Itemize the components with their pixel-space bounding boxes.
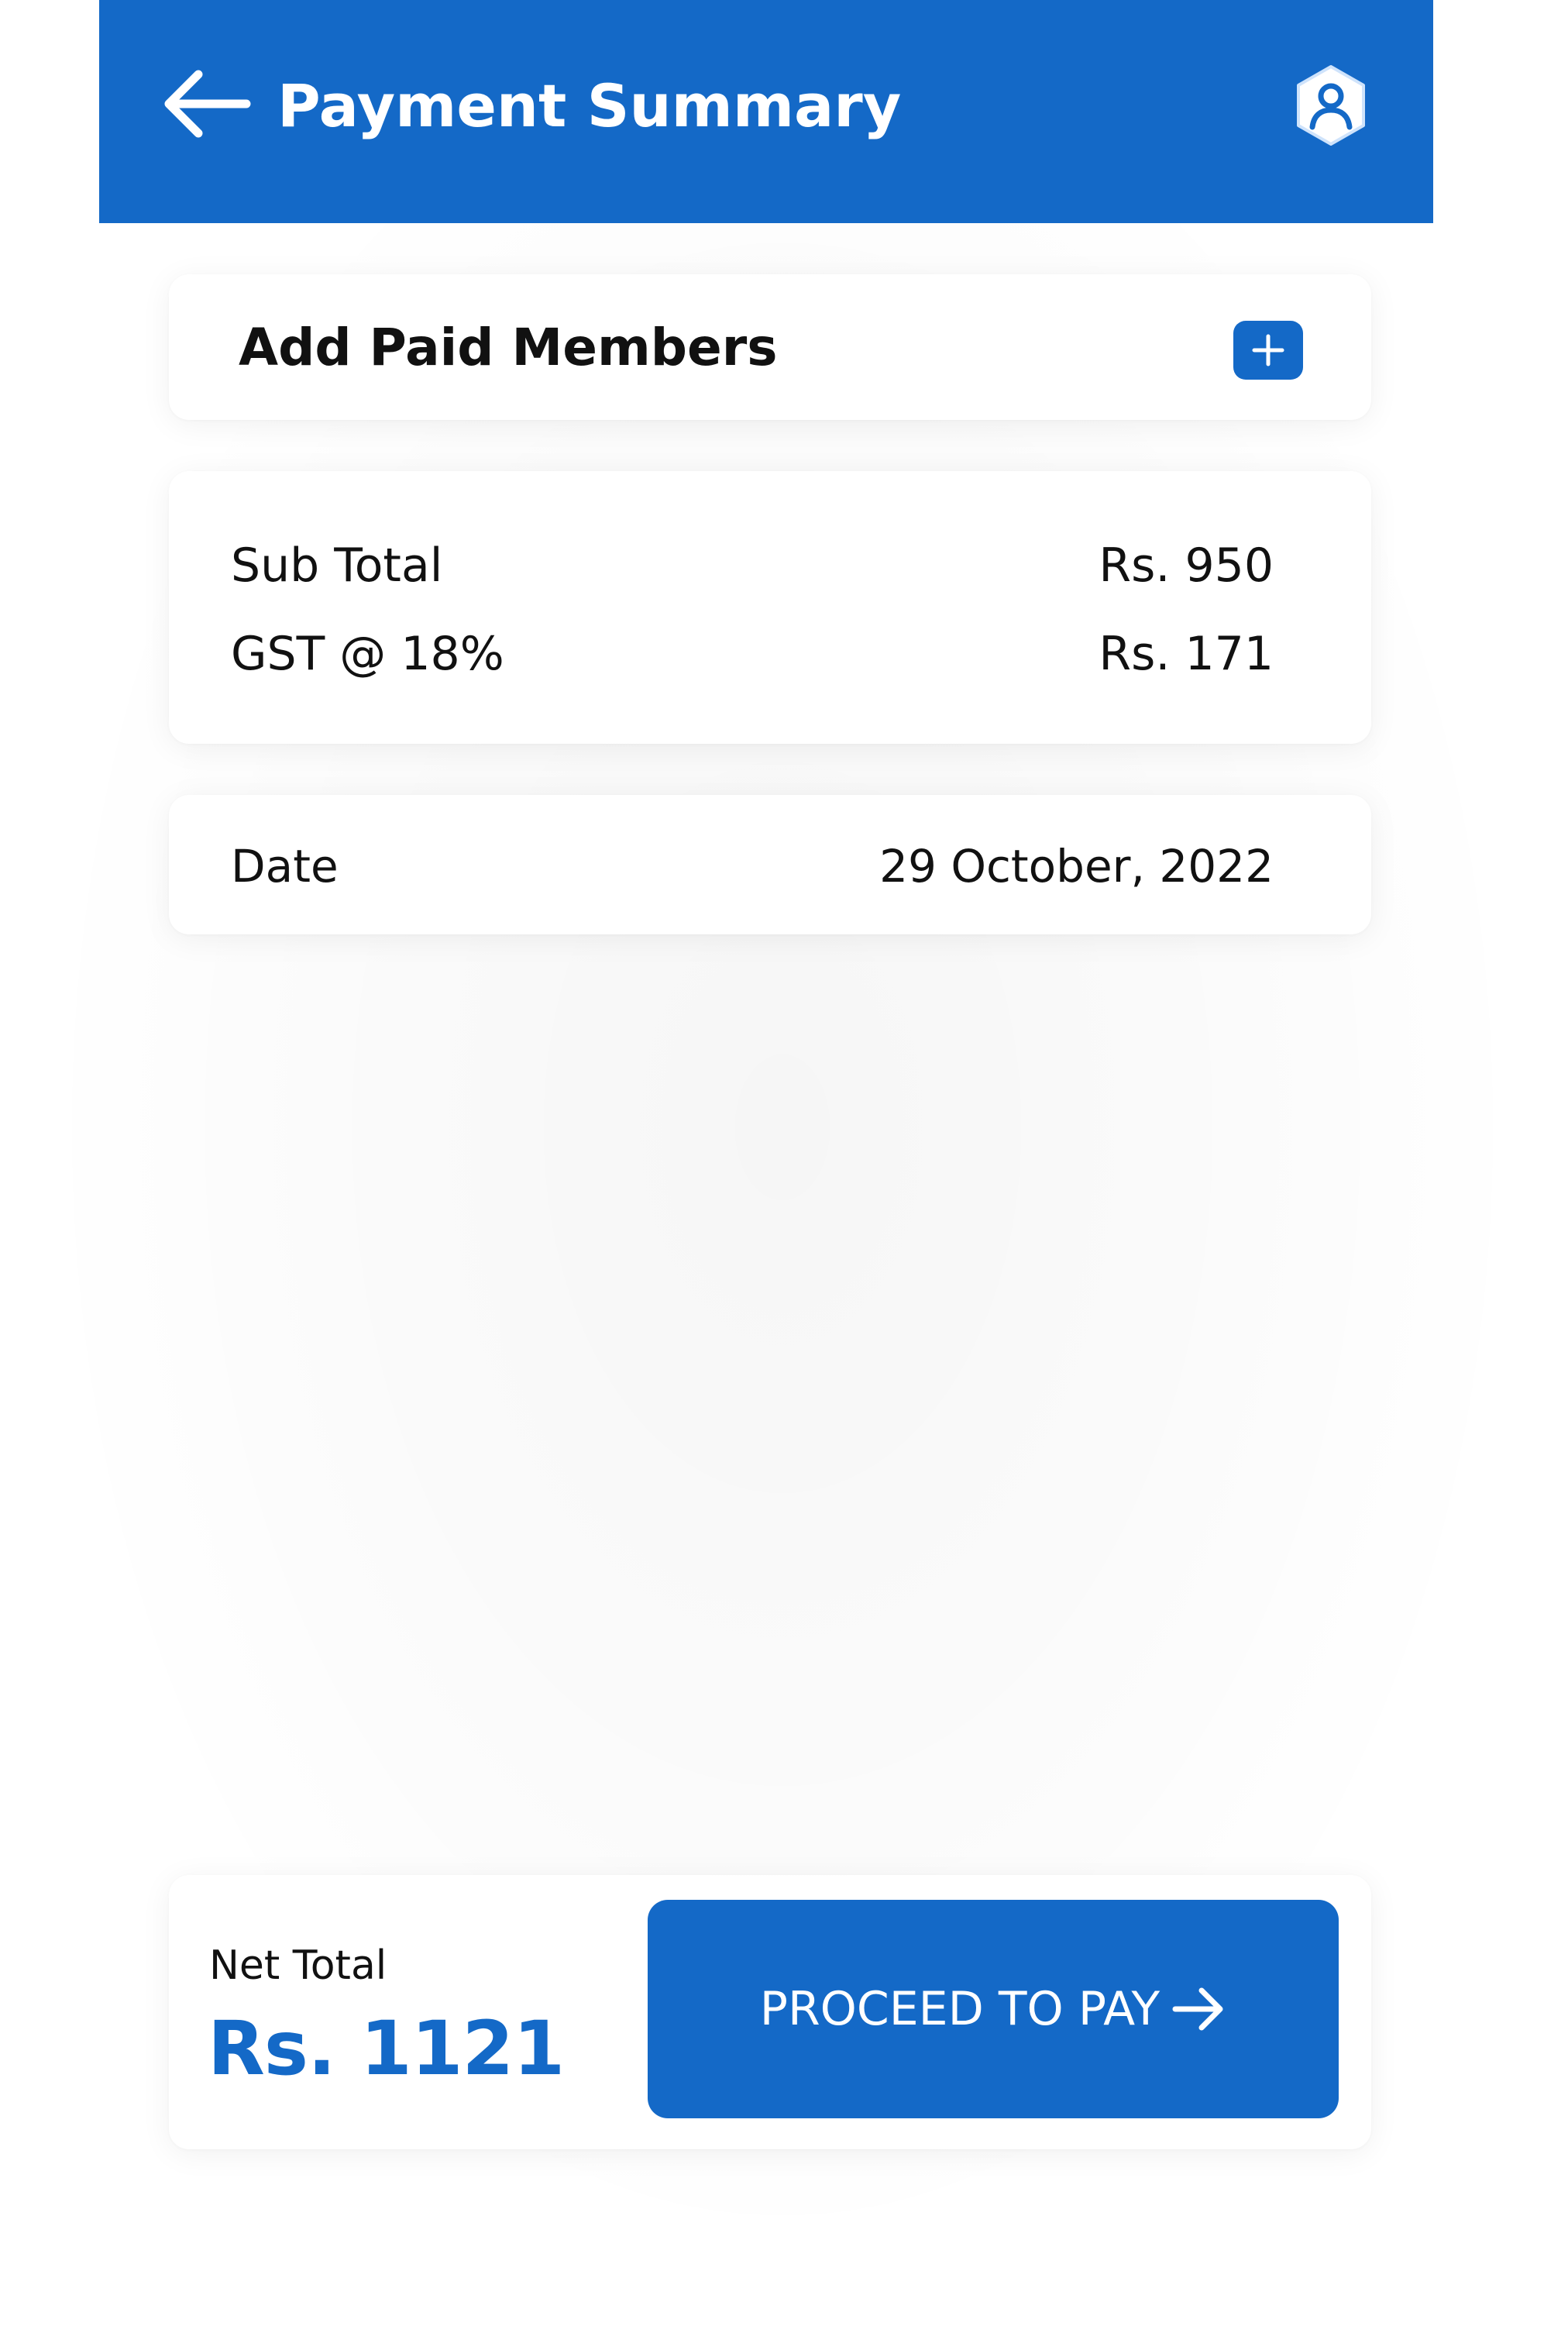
subtotal-label: Sub Total — [231, 538, 443, 593]
profile-button[interactable] — [1292, 64, 1370, 147]
proceed-to-pay-label: PROCEED TO PAY — [759, 1982, 1161, 2036]
arrow-right-icon — [1171, 1984, 1226, 2034]
date-card: Date 29 October, 2022 — [169, 795, 1371, 934]
page-title: Payment Summary — [277, 71, 902, 140]
add-member-button[interactable] — [1233, 321, 1303, 380]
arrow-left-icon — [164, 70, 251, 138]
totals-card: Sub Total Rs. 950 GST @ 18% Rs. 171 — [169, 471, 1371, 744]
subtotal-value: Rs. 950 — [1099, 538, 1274, 593]
date-value: 29 October, 2022 — [879, 840, 1274, 893]
add-paid-members-card[interactable]: Add Paid Members — [169, 274, 1371, 420]
add-paid-members-label: Add Paid Members — [239, 318, 778, 377]
net-total-value: Rs. 1121 — [208, 2005, 565, 2092]
back-button[interactable] — [160, 65, 253, 143]
gst-value: Rs. 171 — [1099, 627, 1274, 681]
plus-icon — [1252, 334, 1284, 366]
gst-label: GST @ 18% — [231, 627, 504, 681]
checkout-bar: Net Total Rs. 1121 PROCEED TO PAY — [169, 1875, 1371, 2149]
net-total-label: Net Total — [209, 1942, 387, 1989]
date-label: Date — [231, 840, 339, 893]
proceed-to-pay-button[interactable]: PROCEED TO PAY — [648, 1900, 1339, 2118]
user-hexagon-icon — [1297, 65, 1365, 146]
